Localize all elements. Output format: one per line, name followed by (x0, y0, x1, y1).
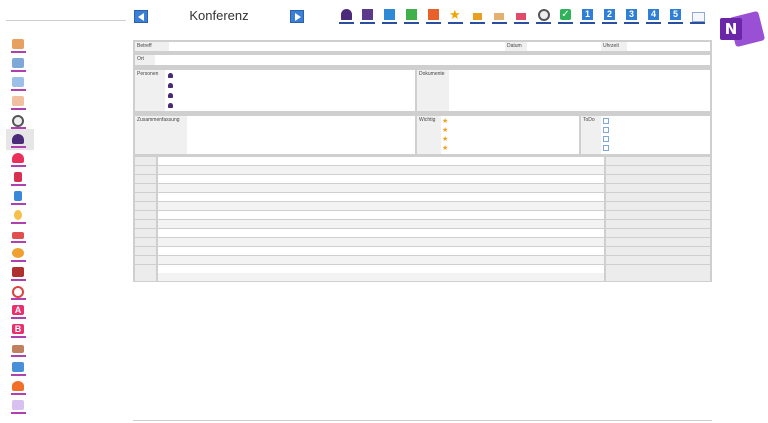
person-icon (168, 103, 173, 108)
number-2-icon[interactable]: 2 (602, 9, 617, 24)
top-bar: Konferenz ★ ✓ 1 2 3 4 5 (0, 0, 712, 28)
clock-icon[interactable] (11, 114, 26, 129)
image-icon[interactable] (11, 361, 26, 376)
table-row[interactable] (135, 211, 710, 219)
bulb-icon[interactable] (11, 209, 26, 224)
table-row[interactable] (135, 256, 710, 264)
star-icon: ★ (442, 118, 449, 125)
pin-blue-icon[interactable] (11, 190, 26, 205)
car-icon[interactable] (11, 228, 26, 243)
person-icon[interactable] (339, 9, 354, 24)
wichtig-label: Wichtig (417, 116, 441, 154)
table-row[interactable] (135, 166, 710, 174)
book-blue-icon[interactable] (382, 9, 397, 24)
table-row[interactable] (135, 273, 710, 281)
datum-label: Datum (505, 42, 527, 51)
mountain-icon[interactable] (11, 342, 26, 357)
number-4-icon[interactable]: 4 (646, 9, 661, 24)
number-3-icon[interactable]: 3 (624, 9, 639, 24)
table-row[interactable] (135, 220, 710, 228)
coin-icon[interactable] (11, 247, 26, 262)
checkbox-icon[interactable] (603, 136, 609, 142)
zusammenfassung-field[interactable] (187, 116, 415, 154)
table-row[interactable] (135, 193, 710, 201)
star-icon: ★ (442, 136, 449, 143)
table-row[interactable] (135, 229, 710, 237)
todo-label: ToDo (581, 116, 601, 154)
todo-field[interactable] (601, 116, 710, 154)
pen-icon[interactable] (11, 95, 26, 110)
check-icon[interactable]: ✓ (558, 9, 573, 24)
table-row[interactable] (135, 265, 710, 273)
table-row[interactable] (135, 238, 710, 246)
checkbox-icon[interactable] (603, 127, 609, 133)
open-book-icon[interactable] (690, 9, 705, 24)
book-orange-icon[interactable] (426, 9, 441, 24)
table-row[interactable] (135, 202, 710, 210)
uhrzeit-label: Uhrzeit (601, 42, 627, 51)
person-icon (168, 93, 173, 98)
bag-icon[interactable] (11, 266, 26, 281)
onenote-logo-icon: N (718, 10, 766, 48)
house-icon[interactable] (492, 9, 507, 24)
star-icon[interactable]: ★ (448, 8, 463, 24)
fire-icon[interactable] (11, 380, 26, 395)
ort-label: Ort (135, 55, 155, 65)
datum-field[interactable] (527, 42, 601, 51)
arrow-right-icon[interactable] (290, 10, 304, 23)
building2-icon[interactable] (11, 76, 26, 91)
table-row[interactable] (135, 157, 710, 165)
book-purple-icon[interactable] (360, 9, 375, 24)
top-divider (6, 20, 126, 21)
target-icon[interactable] (11, 285, 26, 300)
heart-icon[interactable] (11, 152, 26, 167)
betreff-label: Betreff (135, 42, 169, 51)
ort-field[interactable] (155, 55, 710, 65)
checkbox-icon[interactable] (603, 118, 609, 124)
table-row[interactable] (135, 175, 710, 183)
book-icon[interactable] (11, 399, 26, 414)
betreff-field[interactable] (169, 42, 505, 51)
star-icon: ★ (442, 145, 449, 152)
letter-a-icon[interactable]: A (11, 304, 26, 319)
bottom-divider (133, 420, 712, 421)
pin-icon[interactable] (11, 171, 26, 186)
wichtig-field[interactable]: ★ ★ ★ ★ (441, 116, 579, 154)
person-icon (168, 83, 173, 88)
clock-icon[interactable] (536, 9, 551, 24)
zusammenfassung-label: Zusammenfassung (135, 116, 187, 154)
arrow-left-icon[interactable] (134, 10, 148, 23)
lock-icon[interactable] (470, 9, 485, 24)
personen-field[interactable] (165, 70, 415, 111)
star-icon: ★ (442, 127, 449, 134)
letter-b-icon[interactable]: B (11, 323, 26, 338)
person-icon (168, 73, 173, 78)
logo-letter: N (720, 18, 742, 40)
page-title: Konferenz (189, 8, 249, 23)
number-1-icon[interactable]: 1 (580, 9, 595, 24)
book-green-icon[interactable] (404, 9, 419, 24)
table-row[interactable] (135, 184, 710, 192)
checkbox-icon[interactable] (603, 145, 609, 151)
house-red-icon[interactable] (514, 9, 529, 24)
person-icon[interactable] (11, 133, 26, 148)
dokumente-label: Dokumente (417, 70, 449, 111)
personen-label: Personen (135, 70, 165, 111)
home-icon[interactable] (11, 38, 26, 53)
dokumente-field[interactable] (449, 70, 710, 111)
meeting-form: Betreff Datum Uhrzeit Ort Personen Dokum… (133, 40, 712, 282)
table-row[interactable] (135, 247, 710, 255)
uhrzeit-field[interactable] (627, 42, 710, 51)
building-icon[interactable] (11, 57, 26, 72)
number-5-icon[interactable]: 5 (668, 9, 683, 24)
